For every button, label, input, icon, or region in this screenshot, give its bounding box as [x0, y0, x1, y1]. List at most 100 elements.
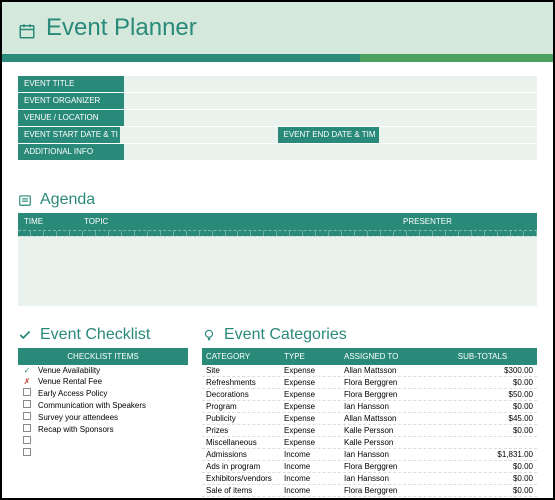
cell-type: Expense: [280, 413, 340, 424]
input-venue[interactable]: [124, 110, 537, 126]
checklist-item-label: Communication with Speakers: [38, 401, 146, 410]
checklist-title-text: Event Checklist: [40, 326, 150, 344]
input-event-title[interactable]: [124, 76, 537, 92]
cell-subtotal: $0.00: [428, 377, 537, 388]
cell-type: Income: [280, 485, 340, 496]
info-row-title: EVENT TITLE: [18, 76, 537, 92]
cell-type: Income: [280, 473, 340, 484]
cell-assigned: Kalle Persson: [340, 425, 428, 436]
agenda-col-presenter: PRESENTER: [397, 213, 537, 230]
cell-assigned: Kalle Persson: [340, 437, 428, 448]
input-event-organizer[interactable]: [124, 93, 537, 109]
category-row[interactable]: RefreshmentsExpenseFlora Berggren$0.00: [202, 377, 537, 389]
categories-title: Event Categories: [202, 326, 537, 344]
checkbox-icon[interactable]: [22, 436, 32, 446]
cell-category: Admissions: [202, 449, 280, 460]
cell-type: Expense: [280, 437, 340, 448]
category-row[interactable]: PublicityExpenseAllan Mattsson$45.00: [202, 413, 537, 425]
cell-assigned: Flora Berggren: [340, 485, 428, 496]
cell-subtotal: $0.00: [428, 473, 537, 484]
checklist-item[interactable]: Communication with Speakers: [18, 399, 188, 411]
cell-type: Expense: [280, 377, 340, 388]
cell-category: Sale of items: [202, 485, 280, 496]
checklist-item[interactable]: Early Access Policy: [18, 387, 188, 399]
checkbox-icon[interactable]: [22, 448, 32, 458]
cell-subtotal: $0.00: [428, 401, 537, 412]
checklist-item[interactable]: ✓Venue Availability: [18, 365, 188, 376]
categories-header-row: CATEGORY TYPE ASSIGNED TO SUB-TOTALS: [202, 348, 537, 365]
col-subtotals: SUB-TOTALS: [428, 348, 537, 365]
cell-type: Expense: [280, 425, 340, 436]
category-row[interactable]: SiteExpenseAllan Mattsson$300.00: [202, 365, 537, 377]
cell-category: Publicity: [202, 413, 280, 424]
cell-subtotal: $0.00: [428, 425, 537, 436]
category-row[interactable]: PrizesExpenseKalle Persson$0.00: [202, 425, 537, 437]
cell-category: Decorations: [202, 389, 280, 400]
category-row[interactable]: MiscellaneousExpenseKalle Persson: [202, 437, 537, 449]
cell-category: Exhibitors/vendors: [202, 473, 280, 484]
label-start-date: EVENT START DATE & TI: [18, 127, 120, 143]
checkbox-icon[interactable]: [22, 424, 32, 434]
cell-assigned: Allan Mattsson: [340, 365, 428, 376]
checkbox-icon[interactable]: [22, 400, 32, 410]
category-row[interactable]: ProgramExpenseIan Hansson$0.00: [202, 401, 537, 413]
cell-category: Ads in program: [202, 461, 280, 472]
cell-assigned: Flora Berggren: [340, 377, 428, 388]
checklist-item[interactable]: [18, 435, 188, 447]
info-row-dates: EVENT START DATE & TI EVENT END DATE & T…: [18, 127, 537, 143]
checklist-item-label: Survey your attendees: [38, 413, 118, 422]
category-row[interactable]: Exhibitors/vendorsIncomeIan Hansson$0.00: [202, 473, 537, 485]
agenda-icon: [18, 193, 32, 207]
page-header: Event Planner: [2, 2, 553, 54]
checklist-item[interactable]: Recap with Sponsors: [18, 423, 188, 435]
checklist-item-label: Venue Rental Fee: [38, 377, 102, 386]
cell-type: Expense: [280, 401, 340, 412]
category-row[interactable]: Sale of itemsIncomeFlora Berggren$0.00: [202, 485, 537, 497]
label-additional: ADDITIONAL INFO: [18, 144, 124, 160]
info-row-additional: ADDITIONAL INFO: [18, 144, 537, 160]
cell-subtotal: $0.00: [428, 485, 537, 496]
cell-assigned: Flora Berggren: [340, 389, 428, 400]
cell-subtotal: $0.00: [428, 461, 537, 472]
agenda-header-row: TIME TOPIC PRESENTER: [18, 213, 537, 231]
label-event-organizer: EVENT ORGANIZER: [18, 93, 124, 109]
cell-subtotal: $45.00: [428, 413, 537, 424]
label-event-title: EVENT TITLE: [18, 76, 124, 92]
checklist-section: Event Checklist CHECKLIST ITEMS ✓Venue A…: [18, 326, 188, 497]
checklist-item-label: Venue Availability: [38, 366, 100, 375]
cell-category: Prizes: [202, 425, 280, 436]
category-row[interactable]: DecorationsExpenseFlora Berggren$50.00: [202, 389, 537, 401]
agenda-title-text: Agenda: [40, 191, 95, 209]
checklist-item[interactable]: ✗Venue Rental Fee: [18, 376, 188, 387]
category-row[interactable]: Ads in programIncomeFlora Berggren$0.00: [202, 461, 537, 473]
check-icon: [18, 328, 32, 342]
input-start-date[interactable]: [120, 127, 278, 143]
cell-category: Refreshments: [202, 377, 280, 388]
cell-subtotal: $300.00: [428, 365, 537, 376]
event-info-section: EVENT TITLE EVENT ORGANIZER VENUE / LOCA…: [2, 62, 553, 171]
label-end-date: EVENT END DATE & TIM: [278, 127, 380, 143]
input-end-date[interactable]: [379, 127, 537, 143]
col-type: TYPE: [280, 348, 340, 365]
category-row[interactable]: AdmissionsIncomeIan Hansson$1,831.00: [202, 449, 537, 461]
categories-body: SiteExpenseAllan Mattsson$300.00Refreshm…: [202, 365, 537, 497]
cell-type: Expense: [280, 389, 340, 400]
cell-category: Site: [202, 365, 280, 376]
checklist-item[interactable]: Survey your attendees: [18, 411, 188, 423]
lightbulb-icon: [202, 328, 216, 342]
checkbox-icon[interactable]: [22, 412, 32, 422]
agenda-col-time: TIME: [18, 213, 78, 230]
col-assigned: ASSIGNED TO: [340, 348, 428, 365]
title-text: Event Planner: [46, 14, 197, 42]
page-title: Event Planner: [18, 14, 537, 42]
agenda-body[interactable]: [18, 236, 537, 306]
checklist-item-label: Recap with Sponsors: [38, 425, 114, 434]
cell-subtotal: [428, 437, 537, 448]
cell-assigned: Ian Hansson: [340, 449, 428, 460]
input-additional[interactable]: [124, 144, 537, 160]
agenda-col-topic: TOPIC: [78, 213, 397, 230]
cell-category: Program: [202, 401, 280, 412]
checklist-item[interactable]: [18, 447, 188, 459]
calendar-icon: [18, 19, 36, 37]
checkbox-icon[interactable]: [22, 388, 32, 398]
